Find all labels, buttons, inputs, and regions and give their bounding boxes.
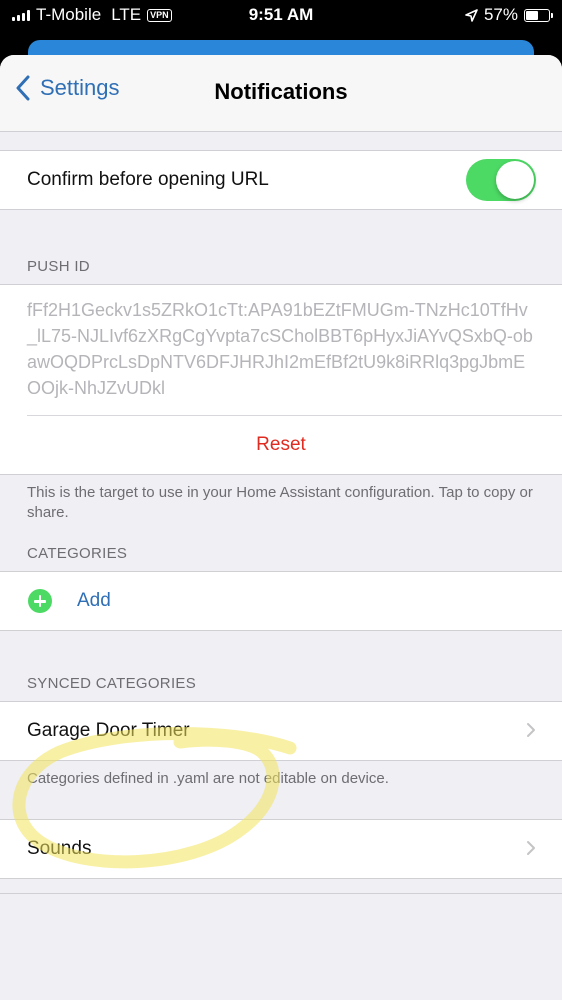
page-title: Notifications [214, 79, 348, 104]
status-bar: T-Mobile LTE VPN 9:51 AM 57% [0, 0, 562, 30]
sounds-group: Sounds [0, 819, 562, 879]
sounds-row[interactable]: Sounds [0, 820, 562, 878]
categories-group: Add [0, 571, 562, 631]
synced-category-label: Garage Door Timer [27, 720, 190, 741]
sounds-label: Sounds [27, 838, 92, 859]
confirm-url-label: Confirm before opening URL [27, 169, 269, 190]
add-category-label: Add [77, 590, 111, 611]
push-id-value[interactable]: fFf2H1Geckv1s5ZRkO1cTt:APA91bEZtFMUGm-TN… [0, 285, 562, 415]
categories-header: CATEGORIES [27, 545, 128, 562]
toggle-knob [496, 161, 534, 199]
synced-categories-footer: Categories defined in .yaml are not edit… [27, 770, 389, 787]
synced-category-row[interactable]: Garage Door Timer [0, 702, 562, 760]
add-category-button[interactable]: Add [0, 572, 562, 630]
navigation-bar: Settings Notifications [0, 55, 562, 132]
battery-percent: 57% [483, 5, 518, 24]
status-right: 57% [465, 5, 553, 25]
confirm-url-row: Confirm before opening URL [0, 151, 562, 209]
bottom-separator [0, 893, 562, 894]
battery-level-fill [526, 10, 538, 20]
plus-circle-icon [28, 589, 52, 613]
notifications-sheet: Settings Notifications Confirm before op… [0, 55, 562, 1000]
battery-icon [524, 8, 553, 22]
location-arrow-icon [465, 8, 478, 22]
chevron-right-icon [527, 841, 535, 855]
synced-categories-header: SYNCED CATEGORIES [27, 675, 197, 692]
push-id-footer: This is the target to use in your Home A… [27, 484, 533, 521]
push-id-header: PUSH ID [27, 258, 90, 275]
confirm-url-toggle[interactable] [466, 159, 536, 201]
reset-button[interactable]: Reset [0, 416, 562, 474]
push-id-group: fFf2H1Geckv1s5ZRkO1cTt:APA91bEZtFMUGm-TN… [0, 284, 562, 475]
synced-categories-group: Garage Door Timer [0, 701, 562, 761]
chevron-right-icon [527, 723, 535, 737]
confirm-url-group: Confirm before opening URL [0, 150, 562, 210]
